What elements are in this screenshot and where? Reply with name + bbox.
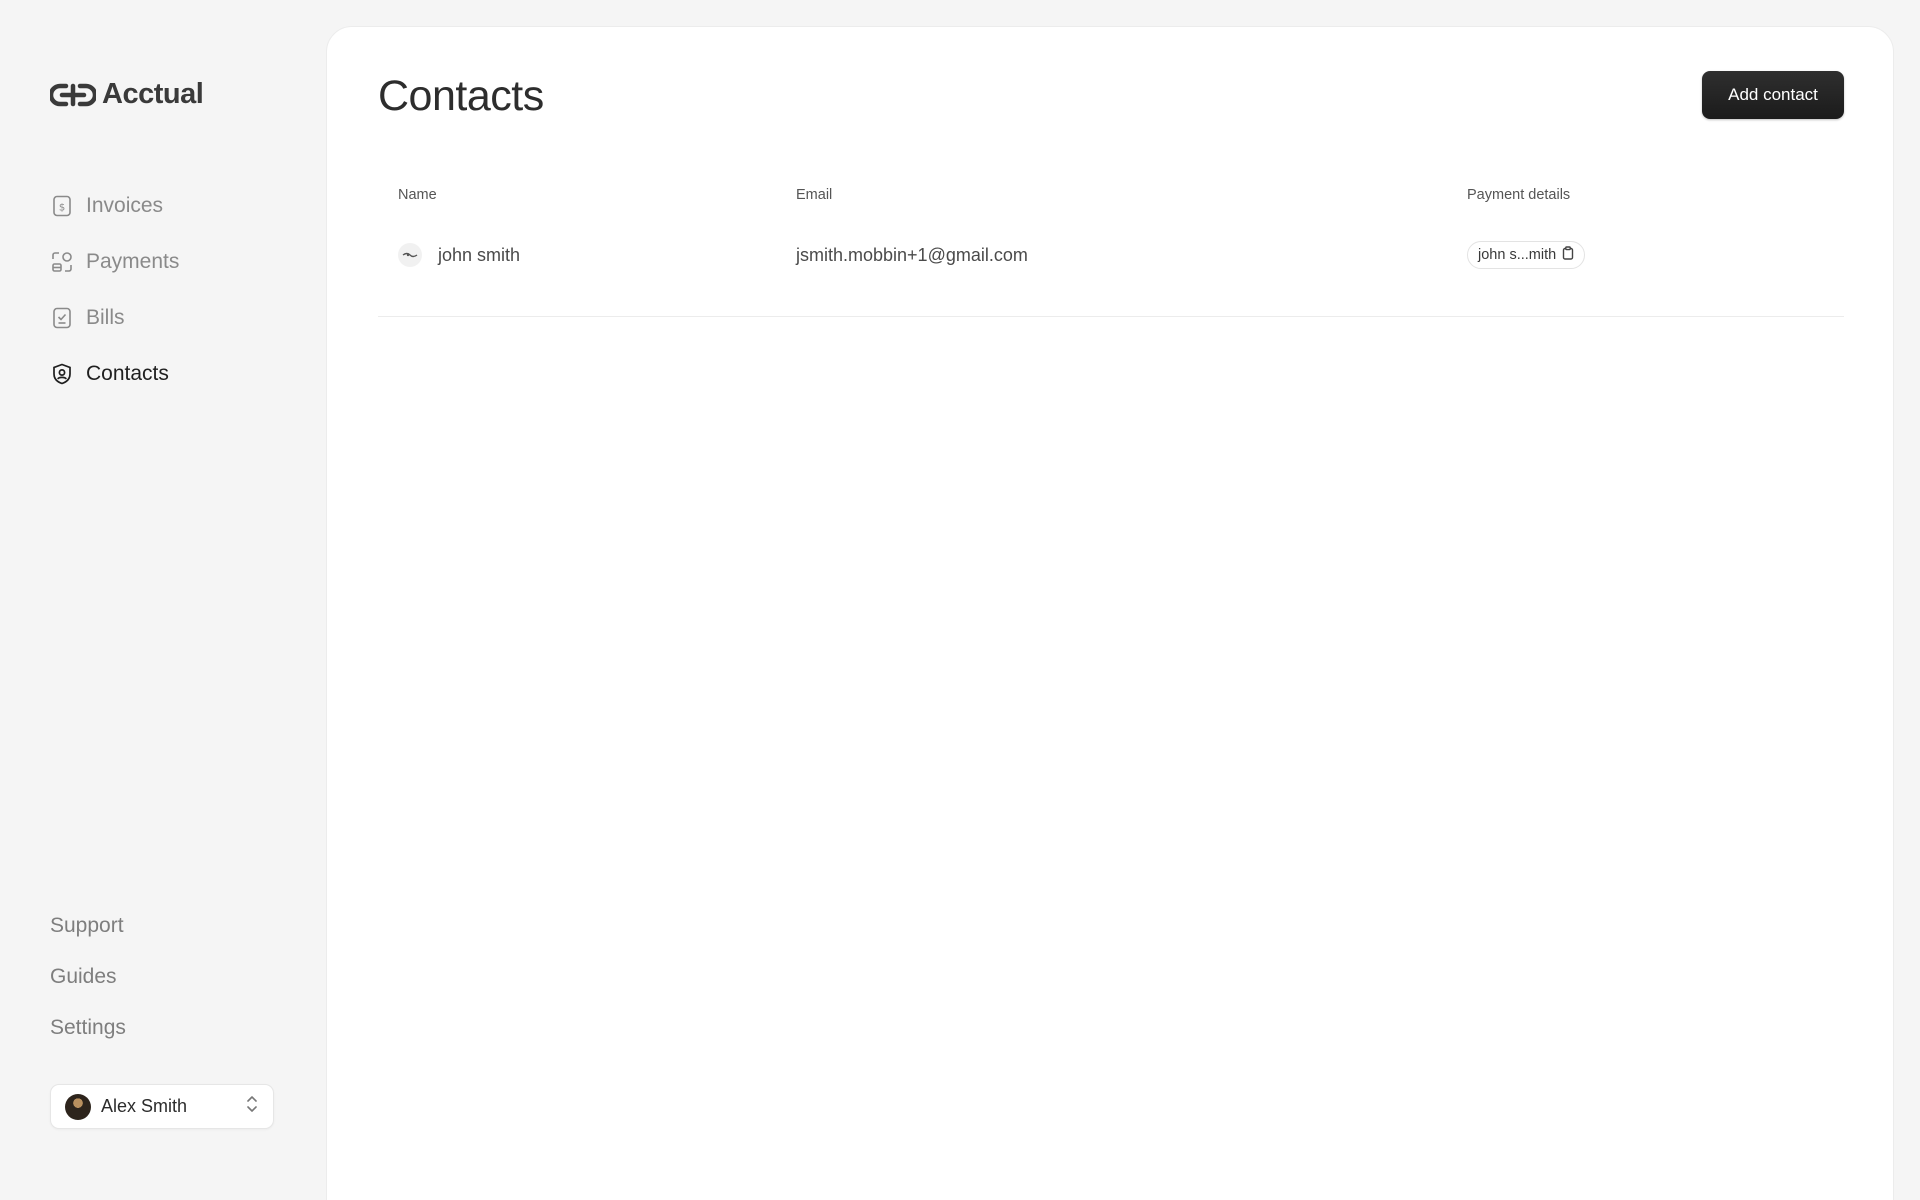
sidebar-item-label: Bills <box>86 306 125 329</box>
account-switcher[interactable]: Alex Smith <box>50 1084 274 1129</box>
payments-grid-icon <box>50 250 74 274</box>
user-name: Alex Smith <box>101 1096 188 1116</box>
support-link[interactable]: Support <box>50 900 290 951</box>
column-header-name: Name <box>398 187 437 203</box>
invoice-dollar-icon: $ <box>50 194 74 218</box>
contacts-table: Name Email Payment details john smith js… <box>378 177 1844 317</box>
settings-link[interactable]: Settings <box>50 1002 290 1053</box>
sidebar-item-contacts[interactable]: Contacts <box>50 346 290 402</box>
column-header-email: Email <box>796 187 833 203</box>
sidebar-item-bills[interactable]: Bills <box>50 290 290 346</box>
chevron-up-down-icon <box>245 1094 259 1119</box>
guides-link[interactable]: Guides <box>50 951 290 1002</box>
avatar <box>65 1093 91 1120</box>
contact-email: jsmith.mobbin+1@gmail.com <box>796 244 1028 265</box>
app-name: Acctual <box>102 78 204 110</box>
sidebar-item-invoices[interactable]: $ Invoices <box>50 178 290 234</box>
column-header-payment-details: Payment details <box>1467 187 1571 203</box>
sidebar-item-label: Payments <box>86 250 180 273</box>
app-logo[interactable]: Acctual <box>50 78 204 111</box>
sidebar-item-payments[interactable]: Payments <box>50 234 290 290</box>
contact-avatar <box>398 243 422 267</box>
sidebar-item-label: Invoices <box>86 194 164 217</box>
add-contact-button[interactable]: Add contact <box>1702 71 1844 119</box>
contact-name: john smith <box>438 244 521 265</box>
table-header: Name Email Payment details <box>378 177 1844 217</box>
sidebar-item-label: Contacts <box>86 362 169 385</box>
main-panel: Contacts Add contact Name Email Payment … <box>326 26 1894 1200</box>
main-nav: $ Invoices Payments Bills Contacts <box>50 178 290 402</box>
acctual-logo-icon <box>50 82 96 108</box>
sidebar: Acctual $ Invoices Payments Bills Contac… <box>0 0 326 1200</box>
page-title: Contacts <box>378 72 544 120</box>
contact-shield-icon <box>50 362 74 386</box>
payment-details-copy-pill[interactable]: john s...mith <box>1467 241 1586 269</box>
contact-name-cell: john smith <box>398 217 520 293</box>
payment-details-value: john s...mith <box>1478 247 1557 263</box>
table-row[interactable]: john smith jsmith.mobbin+1@gmail.com joh… <box>378 217 1844 317</box>
payment-details-cell: john s...mith <box>1467 217 1586 293</box>
bill-check-icon <box>50 306 74 330</box>
secondary-nav: Support Guides Settings <box>50 900 290 1053</box>
copy-icon <box>1562 246 1574 264</box>
svg-text:$: $ <box>59 203 65 214</box>
app-root: Acctual $ Invoices Payments Bills Contac… <box>0 0 1920 1200</box>
